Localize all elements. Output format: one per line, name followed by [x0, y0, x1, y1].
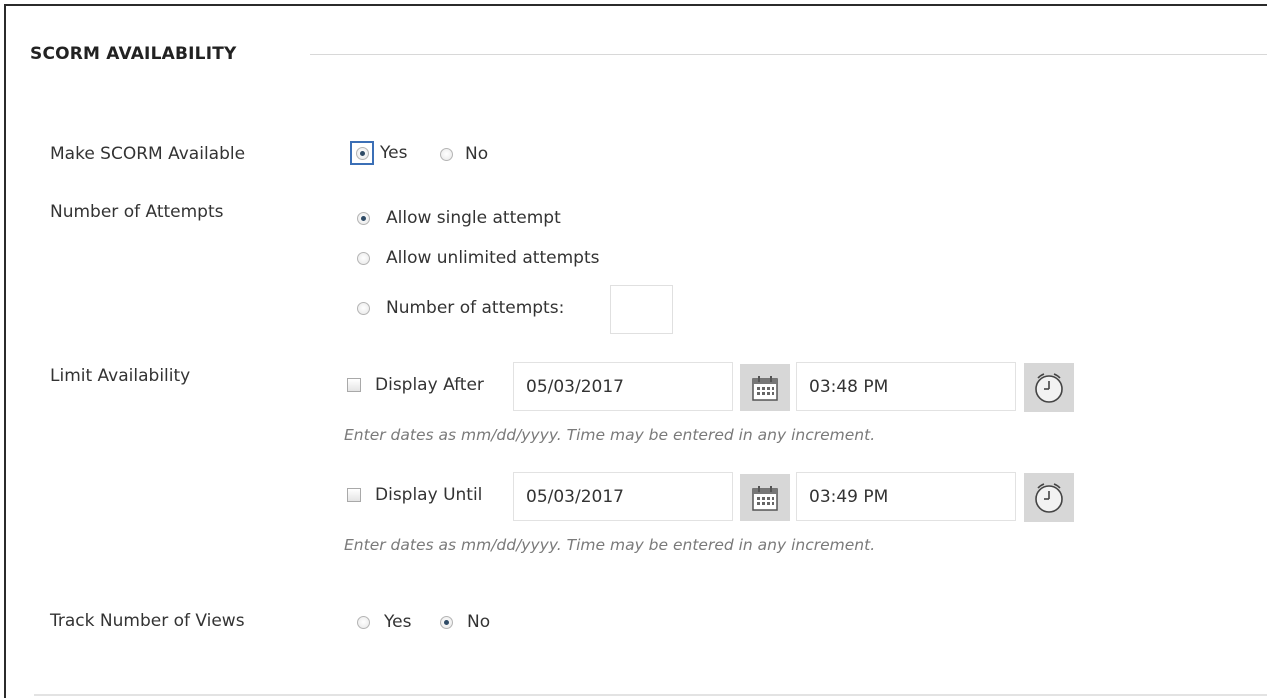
display-until-time-input[interactable]: 03:49 PM [796, 472, 1016, 521]
calendar-icon [752, 375, 778, 401]
make-available-yes-option[interactable]: Yes [350, 141, 407, 165]
display-until-clock-button[interactable] [1024, 473, 1074, 522]
bottom-divider [34, 694, 1267, 696]
section-divider [310, 54, 1267, 55]
track-views-no-option[interactable]: No [440, 612, 490, 632]
display-after-label: Display After [375, 375, 484, 395]
attempts-single-radio[interactable] [357, 211, 370, 225]
section-title: SCORM AVAILABILITY [30, 44, 237, 64]
track-views-label: Track Number of Views [50, 611, 245, 631]
display-after-date-input[interactable]: 05/03/2017 [513, 362, 733, 411]
display-until-option[interactable]: Display Until [347, 485, 482, 505]
display-after-time-input[interactable]: 03:48 PM [796, 362, 1016, 411]
attempts-unlimited-label: Allow unlimited attempts [386, 248, 600, 268]
calendar-icon [752, 485, 778, 511]
display-after-option[interactable]: Display After [347, 375, 484, 395]
focus-ring [350, 141, 374, 165]
track-views-no-label: No [467, 612, 491, 632]
make-available-yes-label: Yes [380, 143, 408, 163]
track-views-no-radio[interactable] [440, 615, 453, 629]
track-views-yes-radio[interactable] [357, 615, 370, 629]
attempts-unlimited-radio[interactable] [357, 251, 370, 265]
display-after-help-text: Enter dates as mm/dd/yyyy. Time may be e… [344, 426, 876, 444]
form-frame [4, 4, 1267, 698]
make-available-no-radio[interactable] [440, 147, 453, 161]
clock-icon [1035, 482, 1063, 513]
attempts-number-label: Number of attempts: [386, 298, 565, 318]
track-views-yes-label: Yes [384, 612, 412, 632]
track-views-yes-option[interactable]: Yes [357, 612, 411, 632]
display-until-calendar-button[interactable] [740, 474, 790, 521]
attempts-unlimited-option[interactable]: Allow unlimited attempts [357, 248, 599, 268]
display-until-checkbox[interactable] [347, 488, 361, 502]
display-until-label: Display Until [375, 485, 483, 505]
attempts-number-radio[interactable] [357, 301, 370, 315]
display-after-clock-button[interactable] [1024, 363, 1074, 412]
display-after-calendar-button[interactable] [740, 364, 790, 411]
attempts-single-option[interactable]: Allow single attempt [357, 208, 561, 228]
attempts-number-option[interactable]: Number of attempts: [357, 298, 564, 318]
attempts-label: Number of Attempts [50, 202, 224, 222]
make-available-no-label: No [465, 144, 489, 164]
clock-icon [1035, 372, 1063, 403]
display-until-help-text: Enter dates as mm/dd/yyyy. Time may be e… [344, 536, 876, 554]
attempts-count-input[interactable] [610, 285, 673, 334]
make-available-yes-radio[interactable] [355, 146, 369, 160]
limit-availability-label: Limit Availability [50, 366, 191, 386]
make-available-no-option[interactable]: No [440, 144, 488, 164]
attempts-single-label: Allow single attempt [386, 208, 561, 228]
make-available-label: Make SCORM Available [50, 144, 246, 164]
display-after-checkbox[interactable] [347, 378, 361, 392]
display-until-date-input[interactable]: 05/03/2017 [513, 472, 733, 521]
